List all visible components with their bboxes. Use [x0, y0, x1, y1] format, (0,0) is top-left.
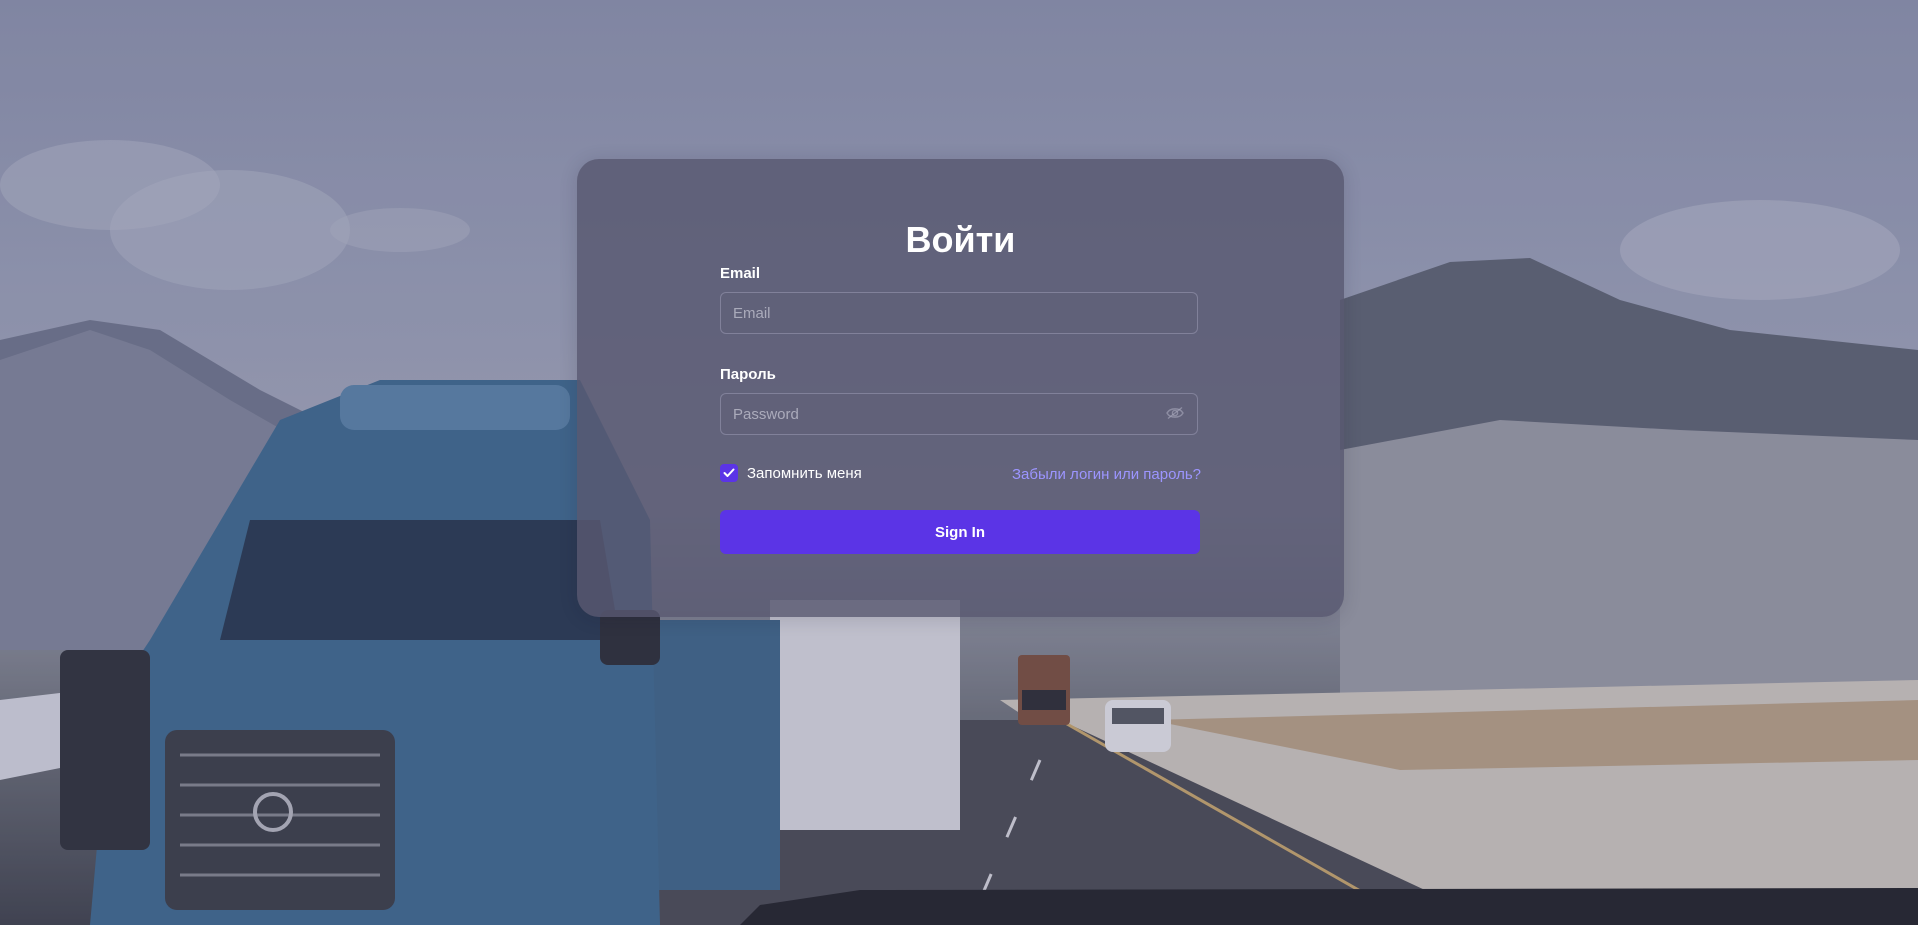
email-input[interactable]: [720, 292, 1198, 334]
remember-me-label: Запомнить меня: [747, 464, 862, 482]
password-label: Пароль: [720, 366, 776, 383]
checkbox-checked-icon[interactable]: [720, 464, 738, 482]
password-input[interactable]: [720, 393, 1198, 435]
login-card: Войти Email Пароль Запомнить меня Забыли…: [577, 159, 1344, 617]
sign-in-button[interactable]: Sign In: [720, 510, 1200, 554]
remember-me-checkbox[interactable]: Запомнить меня: [720, 464, 862, 482]
email-label: Email: [720, 265, 761, 282]
password-visibility-toggle[interactable]: [1162, 404, 1188, 426]
forgot-password-link[interactable]: Забыли логин или пароль?: [1012, 466, 1201, 483]
login-title: Войти: [905, 219, 1016, 260]
eye-icon: [1166, 406, 1184, 425]
